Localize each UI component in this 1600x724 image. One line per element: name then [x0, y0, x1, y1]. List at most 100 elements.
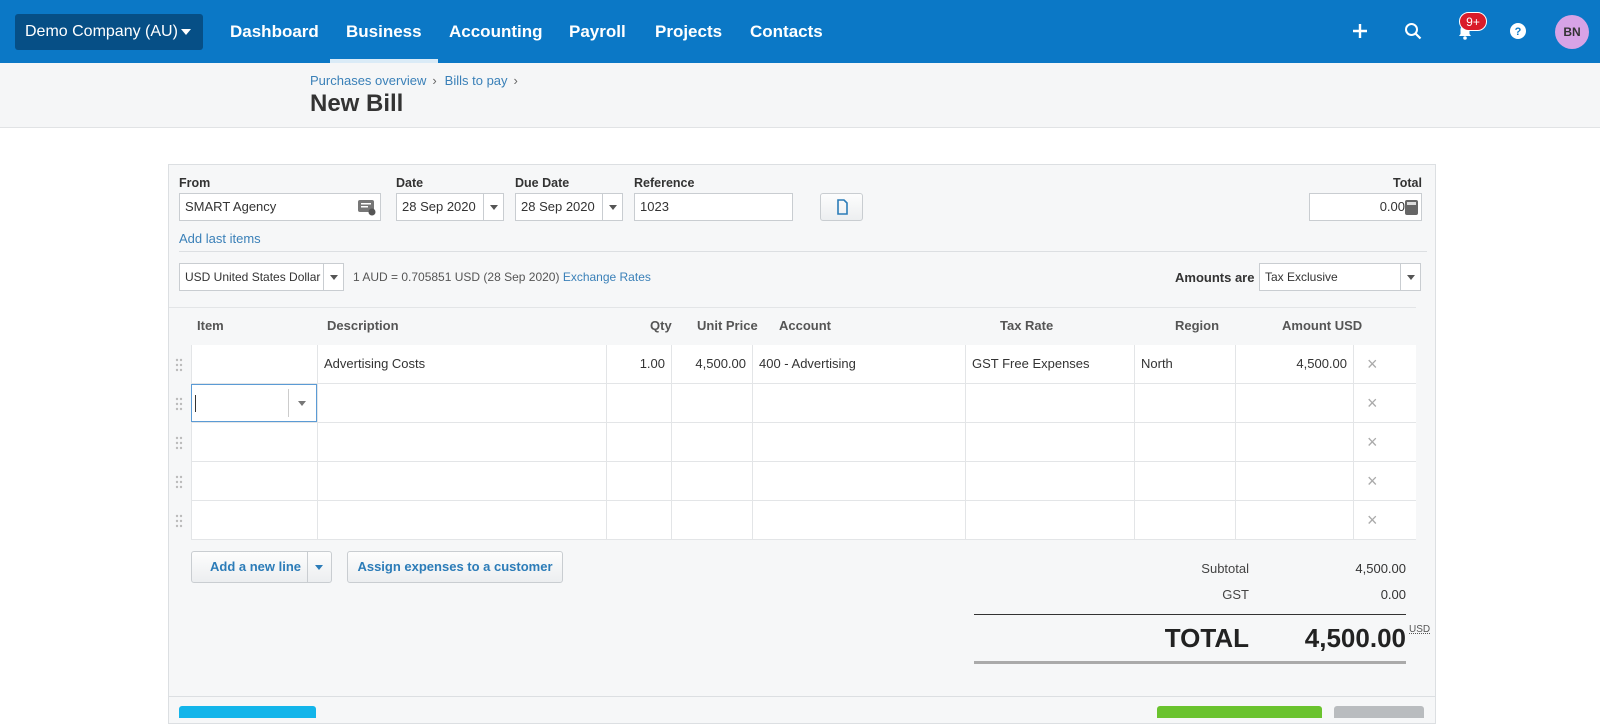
subtotal-label: Subtotal — [1201, 561, 1249, 576]
help-icon[interactable]: ? — [1507, 20, 1529, 42]
svg-text:?: ? — [1515, 26, 1522, 38]
nav-accounting[interactable]: Accounting — [449, 0, 543, 63]
cell-tax-rate[interactable]: GST Free Expenses — [965, 345, 1134, 384]
total-field[interactable]: 0.00 — [1309, 193, 1422, 221]
cell-qty[interactable] — [606, 462, 671, 501]
notification-badge: 9+ — [1459, 12, 1487, 31]
nav-contacts[interactable]: Contacts — [750, 0, 823, 63]
cell-account[interactable]: 400 - Advertising — [752, 345, 965, 384]
cell-tax-rate[interactable] — [965, 423, 1134, 462]
cell-amount[interactable] — [1235, 501, 1353, 540]
cell-qty[interactable] — [606, 501, 671, 540]
cell-qty[interactable] — [606, 384, 671, 423]
cell-tax-rate[interactable] — [965, 501, 1134, 540]
footer-divider — [169, 696, 1435, 697]
cell-remove: × — [1353, 501, 1416, 540]
chevron-down-icon[interactable] — [307, 552, 331, 582]
cell-item[interactable] — [191, 462, 317, 501]
page-header: Purchases overview › Bills to pay › New Bil… — [0, 63, 1600, 128]
cell-description[interactable] — [317, 384, 606, 423]
avatar[interactable]: BN — [1555, 15, 1589, 49]
cell-amount[interactable]: 4,500.00 — [1235, 345, 1353, 384]
nav-business[interactable]: Business — [330, 0, 438, 63]
remove-row-icon[interactable]: × — [1367, 501, 1378, 539]
cell-remove: × — [1353, 345, 1416, 384]
cell-account[interactable] — [752, 423, 965, 462]
cell-account[interactable] — [752, 462, 965, 501]
search-icon[interactable] — [1402, 20, 1424, 42]
due-date-field[interactable]: 28 Sep 2020 — [515, 193, 623, 221]
chevron-down-icon[interactable] — [602, 194, 622, 220]
date-label: Date — [396, 176, 424, 190]
assign-expenses-button[interactable]: Assign expenses to a customer — [347, 551, 563, 583]
cell-account[interactable] — [752, 501, 965, 540]
gst-label: GST — [1222, 587, 1249, 602]
cell-amount[interactable] — [1235, 462, 1353, 501]
breadcrumb-bills-to-pay[interactable]: Bills to pay — [445, 73, 508, 88]
chevron-down-icon[interactable] — [1400, 264, 1420, 290]
remove-row-icon[interactable]: × — [1367, 462, 1378, 500]
item-select-active[interactable] — [191, 384, 317, 422]
cell-unit-price[interactable]: 4,500.00 — [671, 345, 752, 384]
nav-payroll[interactable]: Payroll — [569, 0, 626, 63]
cell-account[interactable] — [752, 384, 965, 423]
drag-handle-icon[interactable] — [175, 397, 183, 411]
org-switcher-button[interactable]: Demo Company (AU) — [15, 14, 203, 50]
date-value: 28 Sep 2020 — [402, 199, 476, 214]
cell-description[interactable] — [317, 423, 606, 462]
plus-icon[interactable] — [1349, 20, 1371, 42]
cell-amount[interactable] — [1235, 384, 1353, 423]
cell-item[interactable] — [191, 423, 317, 462]
chevron-down-icon — [181, 29, 191, 35]
from-field[interactable]: SMART Agency — [179, 193, 381, 221]
cell-unit-price[interactable] — [671, 462, 752, 501]
remove-row-icon[interactable]: × — [1367, 384, 1378, 422]
breadcrumb: Purchases overview › Bills to pay › — [310, 73, 518, 88]
amounts-are-label: Amounts are — [1175, 270, 1255, 285]
nav-projects[interactable]: Projects — [655, 0, 722, 63]
cell-description[interactable] — [317, 462, 606, 501]
cell-qty[interactable]: 1.00 — [606, 345, 671, 384]
cell-region[interactable] — [1134, 501, 1235, 540]
exchange-rates-link[interactable]: Exchange Rates — [563, 270, 651, 284]
cell-amount[interactable] — [1235, 423, 1353, 462]
cell-tax-rate[interactable] — [965, 384, 1134, 423]
cell-description[interactable] — [317, 501, 606, 540]
cell-remove: × — [1353, 384, 1416, 423]
divider — [179, 251, 1427, 252]
amounts-are-select[interactable]: Tax Exclusive — [1259, 263, 1421, 291]
add-last-items-link[interactable]: Add last items — [179, 231, 261, 246]
remove-row-icon[interactable]: × — [1367, 423, 1378, 461]
cell-unit-price[interactable] — [671, 384, 752, 423]
drag-handle-icon[interactable] — [175, 436, 183, 450]
calculator-icon — [1405, 199, 1419, 225]
drag-handle-icon[interactable] — [175, 358, 183, 372]
add-new-line-button[interactable]: Add a new line — [191, 551, 332, 583]
chevron-down-icon[interactable] — [483, 194, 503, 220]
attach-file-button[interactable] — [820, 193, 863, 221]
nav-dashboard[interactable]: Dashboard — [230, 0, 319, 63]
cell-unit-price[interactable] — [671, 501, 752, 540]
from-label: From — [179, 176, 211, 190]
cell-tax-rate[interactable] — [965, 462, 1134, 501]
remove-row-icon[interactable]: × — [1367, 345, 1378, 383]
cell-unit-price[interactable] — [671, 423, 752, 462]
cell-qty[interactable] — [606, 423, 671, 462]
cell-region[interactable] — [1134, 384, 1235, 423]
cell-region[interactable]: North — [1134, 345, 1235, 384]
cell-description[interactable]: Advertising Costs — [317, 345, 606, 384]
drag-handle-icon[interactable] — [175, 514, 183, 528]
contact-card-icon[interactable] — [358, 199, 376, 225]
date-field[interactable]: 28 Sep 2020 — [396, 193, 504, 221]
cell-item[interactable] — [191, 501, 317, 540]
table-row: × — [191, 423, 1416, 462]
top-nav: Demo Company (AU) Dashboard Business Acc… — [0, 0, 1600, 63]
reference-field[interactable]: 1023 — [634, 193, 793, 221]
chevron-down-icon[interactable] — [323, 264, 343, 290]
cell-region[interactable] — [1134, 462, 1235, 501]
cell-region[interactable] — [1134, 423, 1235, 462]
cell-item[interactable] — [191, 345, 317, 384]
currency-select[interactable]: USD United States Dollar — [179, 263, 344, 291]
breadcrumb-purchases-overview[interactable]: Purchases overview — [310, 73, 426, 88]
drag-handle-icon[interactable] — [175, 475, 183, 489]
